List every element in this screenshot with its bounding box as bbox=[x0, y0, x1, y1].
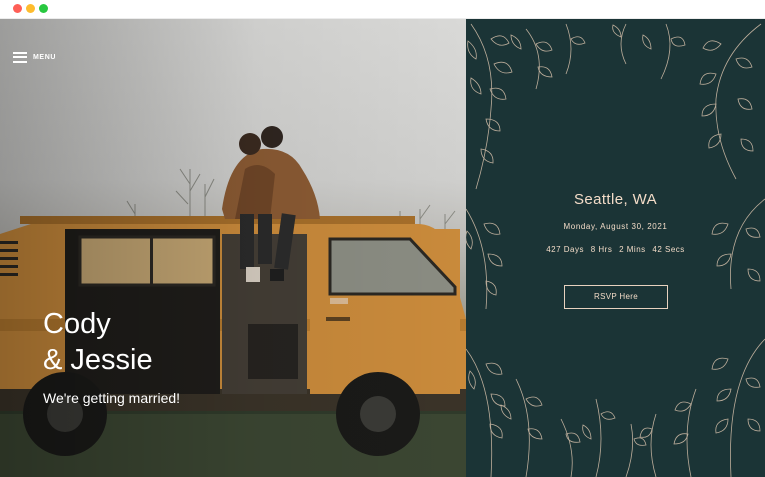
tagline: We're getting married! bbox=[43, 390, 181, 406]
countdown-secs: 42 Secs bbox=[652, 245, 685, 254]
close-window-dot[interactable] bbox=[13, 4, 22, 13]
menu-button[interactable]: MENU bbox=[13, 48, 56, 66]
details-panel: Seattle, WA Monday, August 30, 2021 427 … bbox=[466, 19, 765, 477]
event-location: Seattle, WA bbox=[573, 191, 658, 208]
browser-chrome bbox=[0, 0, 765, 19]
hero-section: MENU Cody & Jessie We're getting married… bbox=[0, 19, 466, 477]
countdown-days: 427 Days bbox=[546, 245, 584, 254]
hamburger-icon bbox=[13, 51, 27, 63]
event-date: Monday, August 30, 2021 bbox=[563, 222, 668, 231]
hero-shade-overlay bbox=[0, 19, 466, 477]
rsvp-button[interactable]: RSVP Here bbox=[564, 285, 668, 309]
countdown-timer: 427 Days 8 Hrs 2 Mins 42 Secs bbox=[466, 245, 765, 254]
name-line-1: Cody bbox=[43, 308, 111, 340]
menu-label: MENU bbox=[33, 53, 57, 61]
countdown-hours: 8 Hrs bbox=[590, 245, 613, 254]
minimize-window-dot[interactable] bbox=[26, 4, 35, 13]
name-line-2: & Jessie bbox=[43, 344, 153, 376]
countdown-mins: 2 Mins bbox=[619, 245, 646, 254]
couple-names: Cody & Jessie bbox=[43, 306, 153, 378]
maximize-window-dot[interactable] bbox=[39, 4, 48, 13]
